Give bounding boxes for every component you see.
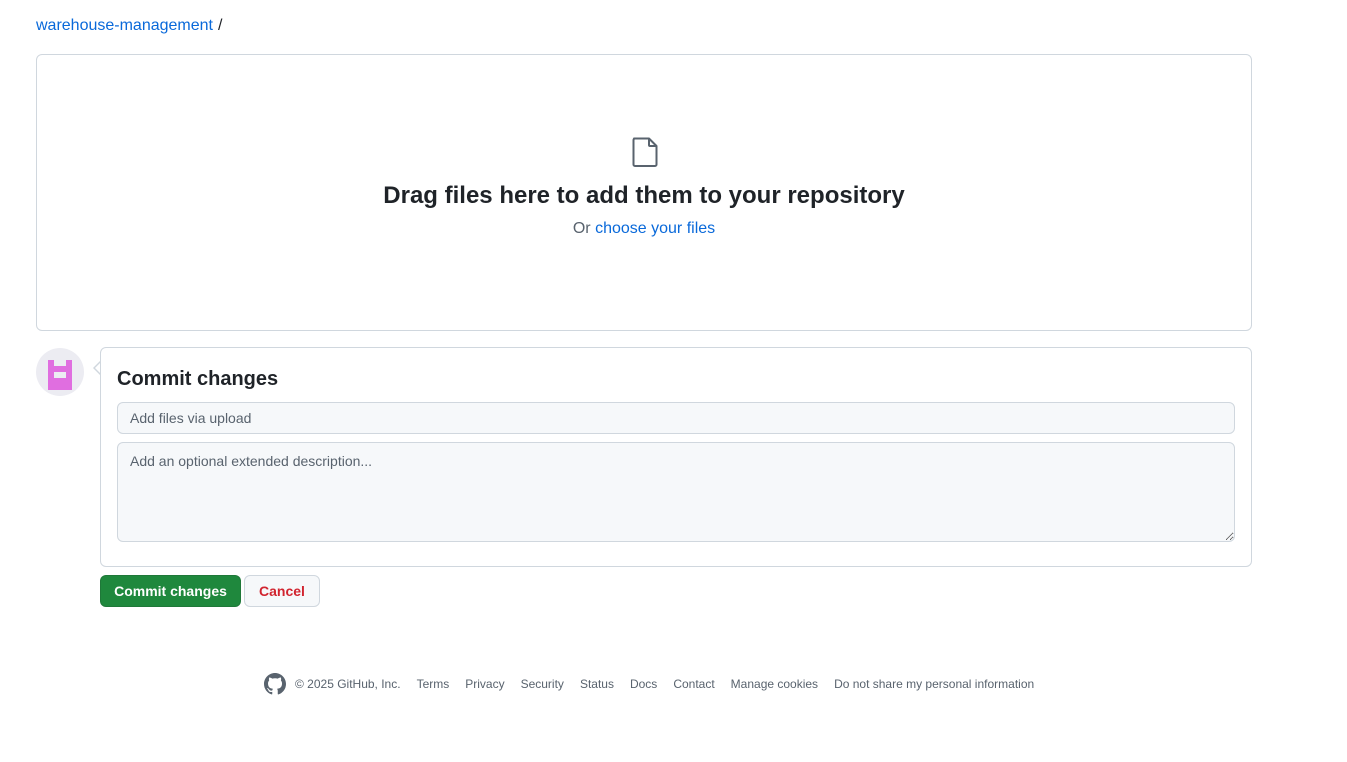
footer-link-manage-cookies[interactable]: Manage cookies: [731, 677, 818, 691]
footer-link-terms[interactable]: Terms: [417, 677, 450, 691]
commit-form: Commit changes: [100, 347, 1252, 567]
commit-summary-input[interactable]: [117, 402, 1235, 434]
breadcrumb-repo-link[interactable]: warehouse-management: [36, 16, 213, 36]
footer-link-status[interactable]: Status: [580, 677, 614, 691]
choose-files-link[interactable]: choose your files: [595, 220, 715, 237]
dropzone-subtitle: Or choose your files: [37, 220, 1251, 238]
file-icon: [631, 136, 659, 173]
avatar[interactable]: [36, 348, 84, 396]
footer-copyright: © 2025 GitHub, Inc.: [295, 677, 401, 691]
footer-link-do-not-share[interactable]: Do not share my personal information: [834, 677, 1034, 691]
commit-title: Commit changes: [117, 368, 279, 390]
commit-changes-button[interactable]: Commit changes: [100, 575, 241, 607]
github-logo-icon[interactable]: [264, 673, 286, 695]
footer-link-security[interactable]: Security: [521, 677, 564, 691]
cancel-button[interactable]: Cancel: [244, 575, 320, 607]
dropzone-title: Drag files here to add them to your repo…: [383, 182, 905, 209]
file-dropzone[interactable]: Drag files here to add them to your repo…: [36, 54, 1252, 331]
commit-description-textarea[interactable]: [117, 442, 1235, 542]
footer-link-docs[interactable]: Docs: [630, 677, 657, 691]
footer: © 2025 GitHub, Inc. Terms Privacy Securi…: [264, 673, 1034, 695]
footer-link-privacy[interactable]: Privacy: [465, 677, 504, 691]
dropzone-prefix: Or: [572, 220, 591, 237]
breadcrumb-separator: /: [218, 17, 223, 34]
breadcrumb: warehouse-management /: [36, 16, 222, 36]
footer-link-contact[interactable]: Contact: [673, 677, 714, 691]
